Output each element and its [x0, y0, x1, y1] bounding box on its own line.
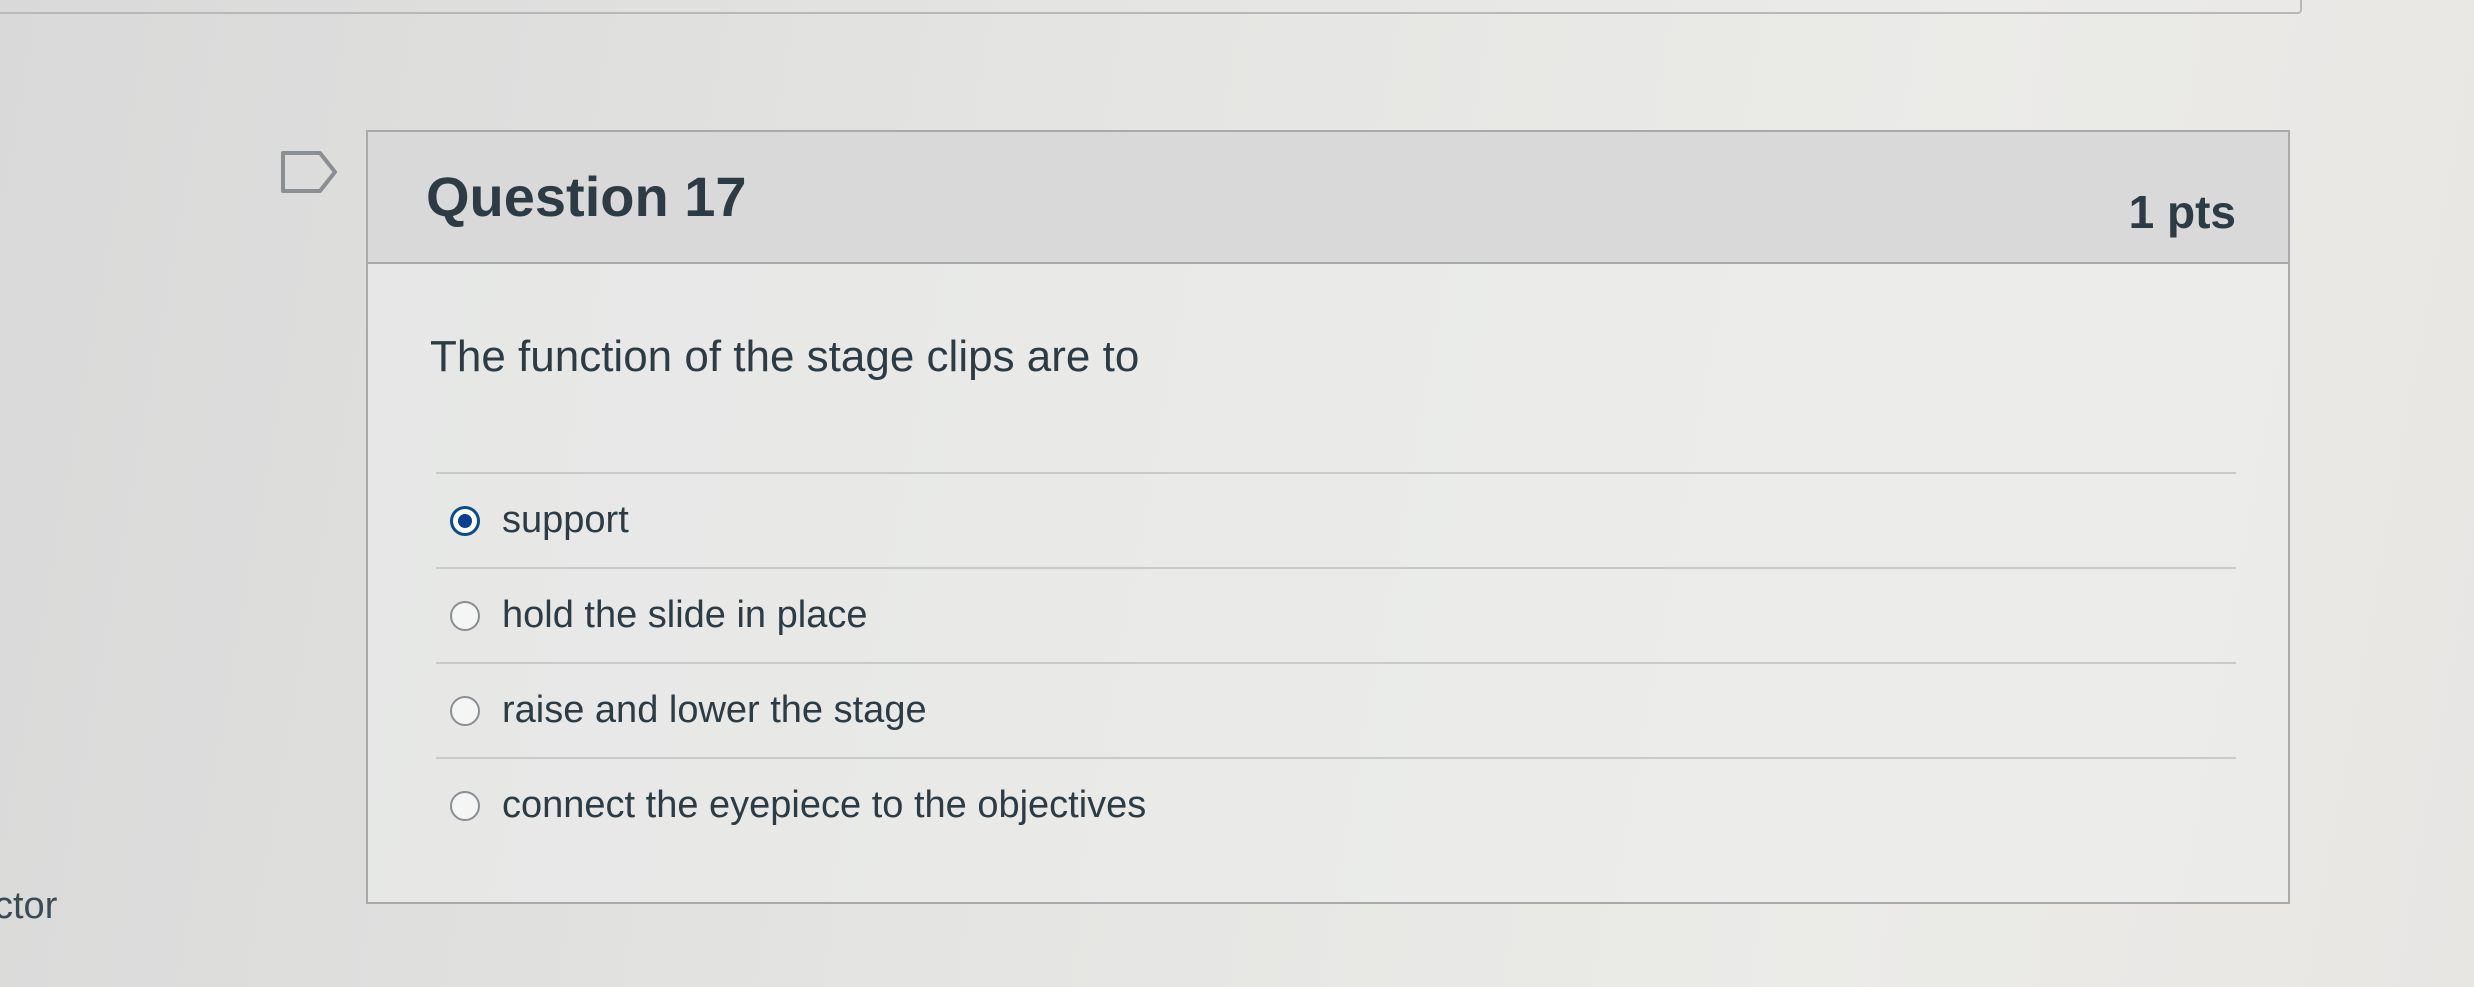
question-title: Question 17 [426, 165, 747, 228]
sidebar-partial-text: ctor [0, 885, 58, 927]
answer-option-connect-eyepiece[interactable]: connect the eyepiece to the objectives [436, 757, 2236, 852]
radio-button[interactable] [450, 790, 480, 821]
answer-option-support[interactable]: support [436, 472, 2236, 567]
answer-option-hold-slide[interactable]: hold the slide in place [436, 567, 2236, 662]
question-card: Question 17 1 pts The function of the st… [366, 130, 2290, 904]
answer-option-raise-lower-stage[interactable]: raise and lower the stage [436, 662, 2236, 757]
radio-button-selected[interactable] [450, 505, 480, 536]
answer-label[interactable]: raise and lower the stage [502, 689, 927, 732]
answer-list: support hold the slide in place raise an… [436, 472, 2236, 852]
question-header: Question 17 1 pts [368, 132, 2288, 264]
question-text: The function of the stage clips are to [430, 332, 1140, 381]
answer-label[interactable]: support [502, 499, 629, 542]
answer-label[interactable]: connect the eyepiece to the objectives [502, 784, 1146, 827]
answer-label[interactable]: hold the slide in place [502, 594, 867, 637]
previous-question-border [0, 0, 2302, 14]
radio-button[interactable] [450, 695, 480, 726]
radio-button[interactable] [450, 600, 480, 631]
question-points: 1 pts [2128, 186, 2236, 238]
flag-question-icon[interactable] [280, 150, 340, 194]
